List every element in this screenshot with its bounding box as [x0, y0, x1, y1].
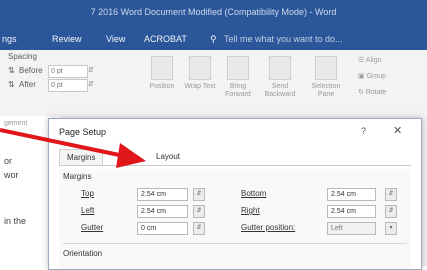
left-margin-spinner[interactable]: ⇵ — [193, 205, 205, 218]
spacing-after-input[interactable]: 0 pt — [48, 79, 88, 92]
gutter-input[interactable]: 0 cm — [137, 222, 188, 235]
spacing-before-spinner[interactable]: ⇵ — [88, 66, 94, 74]
spacing-before-row: ⇅ Before 0 pt ⇵ — [8, 65, 94, 78]
group-button[interactable]: ▣ Group — [358, 72, 386, 80]
orientation-section-label: Orientation — [63, 249, 103, 258]
align-button[interactable]: ☰ Align — [358, 56, 381, 64]
gutter-label: Gutter — [81, 223, 104, 232]
selection-pane-label: Selection Pane — [311, 83, 341, 98]
align-icon: ☰ — [358, 57, 365, 64]
section-divider — [63, 243, 407, 244]
tab-layout[interactable]: Layout — [149, 149, 187, 164]
top-label: Top — [81, 189, 94, 198]
rotate-label: Rotate — [365, 89, 387, 96]
spacing-after-icon: ⇅ — [8, 80, 15, 89]
document-text-line: or — [4, 156, 13, 166]
position-button[interactable]: Position — [146, 56, 178, 91]
wrap-text-icon — [189, 56, 211, 80]
tab-margins[interactable]: Margins — [59, 149, 104, 165]
lightbulb-icon: ⚲ — [210, 34, 217, 44]
spacing-after-spinner[interactable]: ⇵ — [88, 80, 94, 88]
wrap-text-button[interactable]: Wrap Text — [184, 56, 216, 91]
selection-pane-button[interactable]: Selection Pane — [310, 56, 342, 99]
selection-pane-icon — [315, 56, 337, 80]
ruler-text: gement — [4, 120, 28, 127]
send-backward-icon — [269, 56, 291, 80]
group-label: Group — [366, 73, 387, 80]
help-button[interactable]: ? — [361, 126, 366, 136]
dialog-body: Margins Top 2.54 cm ⇵ Bottom 2.54 cm ⇵ L… — [59, 169, 411, 269]
chevron-down-icon[interactable]: ▾ — [385, 222, 397, 235]
send-backward-button[interactable]: Send Backward — [264, 56, 296, 99]
bring-forward-button[interactable]: Bring Forward — [222, 56, 254, 99]
dialog-title: Page Setup — [59, 127, 107, 137]
bottom-label: Bottom — [241, 189, 267, 198]
bottom-margin-input[interactable]: 2.54 cm — [327, 188, 376, 201]
tell-me-search[interactable]: Tell me what you want to do... — [224, 34, 343, 44]
spacing-label: Spacing — [8, 52, 37, 61]
document-text-line: wor — [4, 170, 19, 180]
spacing-group: Spacing ⇅ Before 0 pt ⇵ ⇅ After 0 pt ⇵ — [8, 52, 138, 110]
margins-section-label: Margins — [63, 172, 92, 181]
gutter-position-select[interactable]: Left — [327, 222, 376, 235]
close-icon[interactable]: ✕ — [393, 124, 402, 137]
document-text-line: in the — [4, 216, 27, 226]
ribbon: Spacing ⇅ Before 0 pt ⇵ ⇅ After 0 pt ⇵ P… — [0, 50, 427, 117]
align-label: Align — [365, 57, 382, 64]
window-title: 7 2016 Word Document Modified (Compatibi… — [90, 7, 337, 17]
left-label: Left — [81, 206, 95, 215]
left-margin-input[interactable]: 2.54 cm — [137, 205, 188, 218]
rotate-button[interactable]: ↻ Rotate — [358, 88, 386, 96]
spacing-before-icon: ⇅ — [8, 66, 15, 75]
spacing-after-label: After — [19, 80, 36, 89]
tab-review[interactable]: Review — [52, 34, 82, 44]
right-margin-spinner[interactable]: ⇵ — [385, 205, 397, 218]
page-setup-dialog: Page Setup ? ✕ Margins Layout Margins To… — [48, 118, 422, 270]
right-label: Right — [241, 206, 260, 215]
rotate-icon: ↻ — [358, 89, 364, 96]
tab-mailings[interactable]: ngs — [2, 34, 17, 44]
bring-forward-label: Bring Forward — [225, 83, 251, 98]
gutter-position-label: Gutter position: — [241, 223, 296, 232]
dialog-tab-bar: Margins Layout — [59, 149, 411, 166]
bottom-margin-spinner[interactable]: ⇵ — [385, 188, 397, 201]
spacing-before-label: Before — [19, 66, 43, 75]
position-icon — [151, 56, 173, 80]
top-margin-input[interactable]: 2.54 cm — [137, 188, 188, 201]
spacing-after-row: ⇅ After 0 pt ⇵ — [8, 79, 94, 92]
top-margin-spinner[interactable]: ⇵ — [193, 188, 205, 201]
spacing-before-input[interactable]: 0 pt — [48, 65, 88, 78]
right-margin-input[interactable]: 2.54 cm — [327, 205, 376, 218]
tab-view[interactable]: View — [106, 34, 125, 44]
title-bar: 7 2016 Word Document Modified (Compatibi… — [0, 0, 427, 28]
send-backward-label: Send Backward — [264, 83, 296, 98]
wrap-text-label: Wrap Text — [184, 83, 216, 90]
group-icon: ▣ — [358, 73, 365, 80]
tab-acrobat[interactable]: ACROBAT — [144, 34, 187, 44]
bring-forward-icon — [227, 56, 249, 80]
ribbon-tab-bar: ngs Review View ACROBAT ⚲ Tell me what y… — [0, 28, 427, 50]
position-label: Position — [149, 83, 175, 90]
gutter-spinner[interactable]: ⇵ — [193, 222, 205, 235]
